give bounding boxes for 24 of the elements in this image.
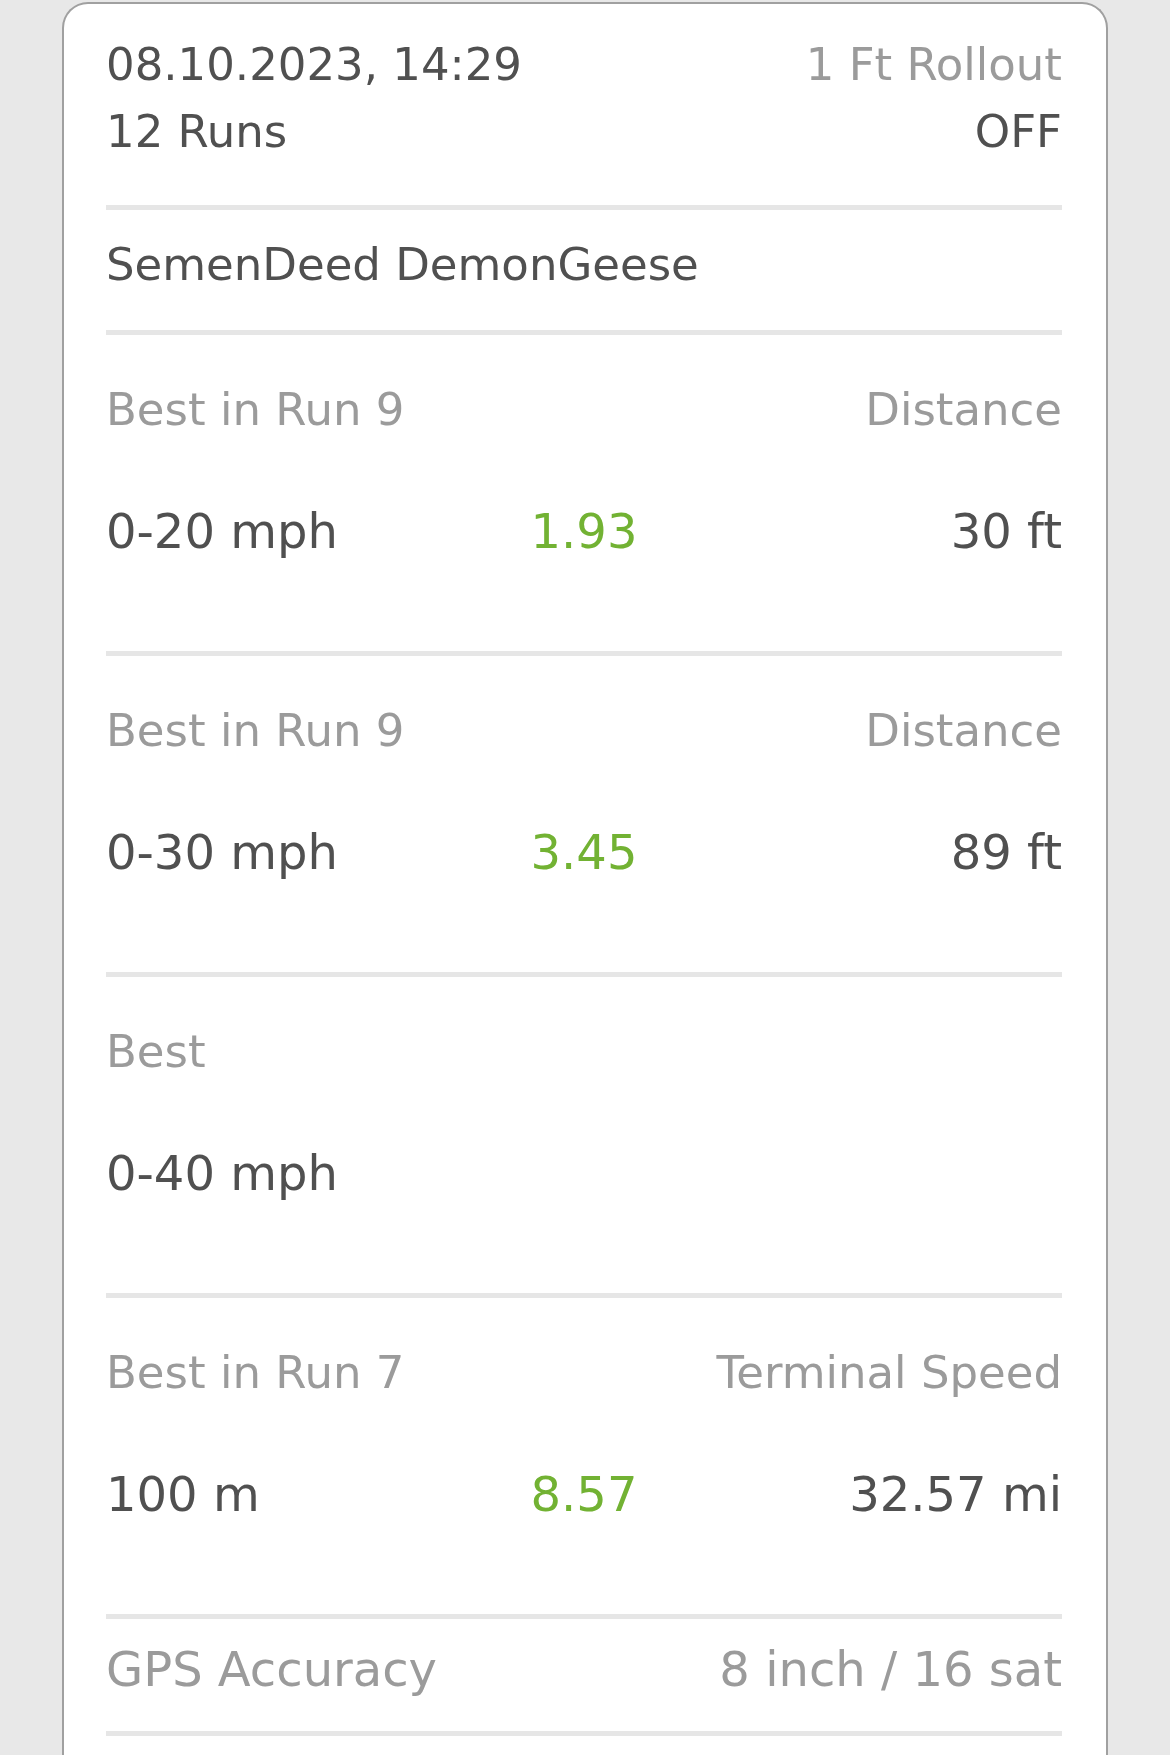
speed-range-text: 100 m — [106, 1465, 260, 1524]
measure-value: 32.57 mi — [849, 1465, 1062, 1524]
time-value: 3.45 — [530, 823, 638, 882]
speed-range-text: 0-40 mph — [106, 1144, 338, 1203]
time-value: 1.93 — [530, 502, 638, 561]
measure-label: Distance — [865, 703, 1062, 759]
run-label: Best — [106, 1024, 206, 1080]
measure-label: Terminal Speed — [716, 1345, 1062, 1401]
date-time-text: 08.10.2023, 14:29 — [106, 37, 522, 93]
run-label: Best in Run 9 — [106, 382, 405, 438]
measure-value: 30 ft — [950, 502, 1062, 561]
rollout-label: 1 Ft Rollout — [805, 37, 1062, 93]
run-label: Best in Run 7 — [106, 1345, 405, 1401]
measure-label: Distance — [865, 382, 1062, 438]
vehicle-name: SemenDeed DemonGeese — [106, 238, 699, 291]
speed-range-text: 0-30 mph — [106, 823, 338, 882]
speed-range-text: 0-20 mph — [106, 502, 338, 561]
rollout-value: OFF — [974, 104, 1062, 160]
gps-accuracy-value: 8 inch / 16 sat — [719, 1640, 1062, 1699]
run-label: Best in Run 9 — [106, 703, 405, 759]
time-value: 8.57 — [530, 1465, 638, 1524]
measure-value: 89 ft — [950, 823, 1062, 882]
runs-count-text: 12 Runs — [106, 104, 288, 160]
gps-accuracy-label: GPS Accuracy — [106, 1640, 437, 1699]
